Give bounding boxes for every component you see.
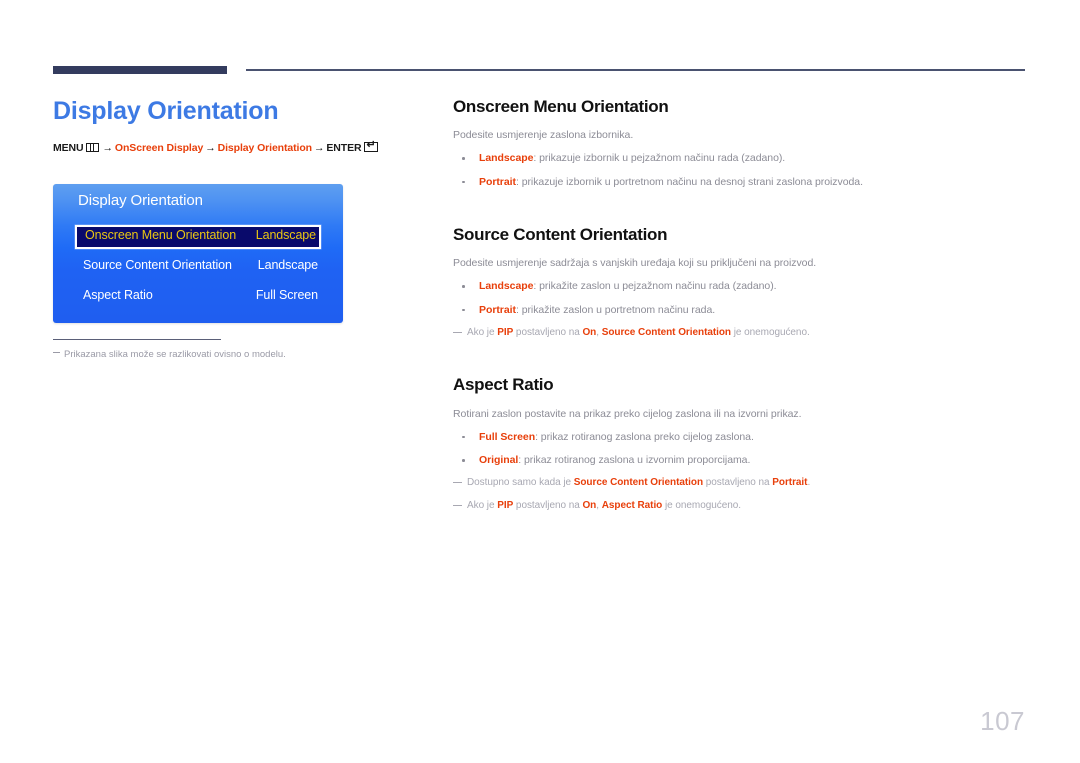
list-item: Original: prikaz rotiranog zaslona u izv… (453, 453, 1028, 468)
osd-row-label: Aspect Ratio (83, 288, 153, 302)
bullet-text: : prikažite zaslon u pejzažnom načinu ra… (533, 280, 777, 293)
note-text: postavljeno na (513, 326, 583, 338)
bullet-text: : prikazuje izbornik u pejzažnom načinu … (533, 152, 786, 165)
note-text: je onemogućeno. (662, 499, 741, 511)
bullet-text: : prikaz rotiranog zaslona preko cijelog… (535, 430, 754, 443)
section-lead: Podesite usmjerenje sadržaja s vanjskih … (453, 257, 817, 270)
list-item: Landscape: prikažite zaslon u pejzažnom … (453, 279, 1028, 294)
osd-row-label: Onscreen Menu Orientation (85, 228, 237, 242)
note-text: Dostupno samo kada je (467, 477, 574, 489)
section-title-onscreen-menu-orientation: Onscreen Menu Orientation (453, 97, 669, 116)
osd-row-onscreen-menu-orientation[interactable]: Onscreen Menu Orientation Landscape (75, 225, 321, 249)
page-number: 107 (980, 706, 1025, 736)
note-keyword: Source Content Orientation (573, 477, 704, 489)
note-keyword: Aspect Ratio (601, 499, 663, 511)
right-column: Onscreen Menu Orientation Podesite usmje… (453, 96, 1028, 513)
bullet-keyword: Portrait (479, 303, 516, 316)
section-title-source-content-orientation: Source Content Orientation (453, 224, 668, 244)
breadcrumb-menu-label: MENU (53, 142, 84, 154)
note-keyword: PIP (497, 499, 514, 511)
breadcrumb-arrow-2: → (205, 142, 216, 154)
note-text: postavljeno na (513, 499, 583, 511)
note-text: je onemogućeno. (730, 326, 810, 338)
section-bullets: Landscape: prikažite zaslon u pejzažnom … (453, 279, 1028, 317)
header-divider-line (246, 69, 1025, 71)
breadcrumb-step-onscreen-display: OnScreen Display (114, 142, 204, 154)
bullet-keyword: Portrait (479, 175, 516, 188)
osd-row-value: Full Screen (255, 288, 318, 302)
list-item: Full Screen: prikaz rotiranog zaslona pr… (453, 430, 1028, 445)
breadcrumb-arrow-1: → (102, 142, 114, 154)
osd-row-value: Landscape (255, 228, 316, 242)
footnote-dash-icon (53, 352, 60, 353)
footnote-divider (53, 339, 221, 340)
osd-menu-preview: Display Orientation Onscreen Menu Orient… (53, 184, 343, 323)
bullet-text: : prikaz rotiranog zaslona u izvornim pr… (518, 454, 751, 466)
osd-row-source-content-orientation[interactable]: Source Content Orientation Landscape (75, 255, 321, 279)
page-title: Display Orientation (53, 97, 279, 125)
breadcrumb-arrow-3: → (313, 142, 325, 154)
osd-row-label: Source Content Orientation (83, 258, 232, 272)
section-bullets: Landscape: prikazuje izbornik u pejzažno… (453, 151, 1028, 189)
note-keyword: On (582, 499, 597, 511)
note-text: postavljeno na (703, 477, 773, 489)
section-note: Ako je PIP postavljeno na On, Source Con… (453, 326, 1028, 341)
osd-row-aspect-ratio[interactable]: Aspect Ratio Full Screen (75, 285, 321, 309)
breadcrumb-step-display-orientation: Display Orientation (217, 142, 312, 154)
left-column: Display Orientation MENU → OnScreen Displa… (53, 96, 413, 154)
section-title-aspect-ratio: Aspect Ratio (453, 375, 554, 395)
note-text: Ako je (467, 499, 498, 511)
note-keyword: On (582, 326, 597, 338)
note-text: . (807, 477, 811, 489)
breadcrumb: MENU → OnScreen Display → Display Orientatio… (53, 140, 413, 154)
left-footnote: Prikazana slika može se razlikovati ovis… (53, 349, 393, 360)
osd-row-value: Landscape (257, 258, 318, 272)
note-text: Ako je (467, 326, 498, 338)
footnote-text: Prikazana slika može se razlikovati ovis… (64, 349, 286, 360)
osd-menu-title: Display Orientation (78, 192, 203, 209)
bullet-keyword: Full Screen (479, 430, 536, 443)
header-accent-bar (53, 66, 227, 74)
list-item: Landscape: prikazuje izbornik u pejzažno… (453, 151, 1028, 166)
note-keyword: PIP (497, 326, 514, 338)
bullet-text: : prikazuje izbornik u portretnom načinu… (515, 175, 863, 188)
section-lead: Podesite usmjerenje zaslona izbornika. (453, 129, 634, 142)
breadcrumb-enter-label: ENTER (326, 142, 362, 154)
bullet-text: : prikažite zaslon u portretnom načinu r… (515, 303, 716, 316)
enter-return-icon (364, 140, 379, 152)
section-lead: Rotirani zaslon postavite na prikaz prek… (453, 407, 802, 420)
section-note: Dostupno samo kada je Source Content Ori… (453, 476, 1028, 491)
list-item: Portrait: prikazuje izbornik u portretno… (453, 175, 1028, 190)
menu-grid-icon (85, 143, 99, 152)
section-note: Ako je PIP postavljeno na On, Aspect Rat… (453, 499, 1028, 514)
list-item: Portrait: prikažite zaslon u portretnom … (453, 303, 1028, 318)
manual-page: { "header": { "rule_accent_color": "#333… (0, 0, 1080, 763)
note-keyword: Portrait (772, 477, 808, 489)
bullet-keyword: Original (479, 454, 519, 466)
note-keyword: Source Content Orientation (601, 326, 731, 338)
bullet-keyword: Landscape (479, 152, 534, 165)
bullet-keyword: Landscape (479, 280, 534, 293)
section-bullets: Full Screen: prikaz rotiranog zaslona pr… (453, 430, 1028, 468)
